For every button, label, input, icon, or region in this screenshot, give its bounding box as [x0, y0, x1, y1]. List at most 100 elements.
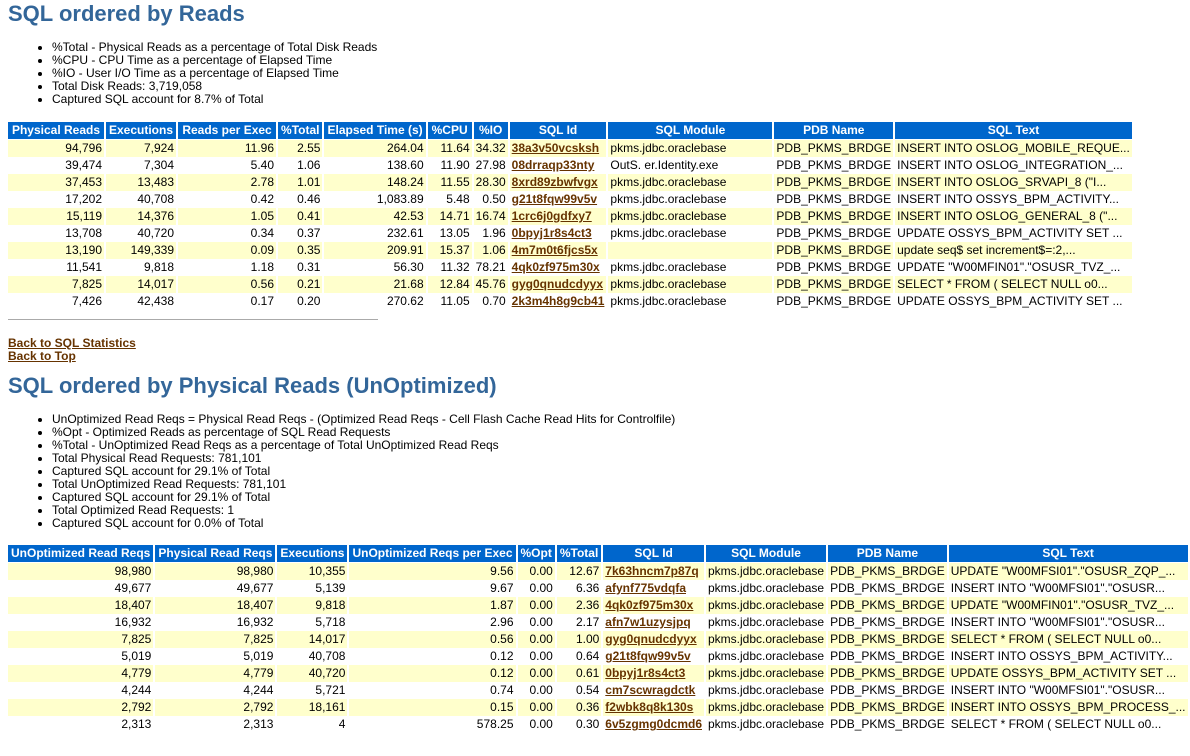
table-cell: 5,139 [277, 580, 348, 597]
table-cell: 14.71 [427, 208, 472, 225]
table-cell: 0.56 [349, 631, 516, 648]
col-elapsed-time: Elapsed Time (s) [324, 122, 426, 140]
sql-id-link[interactable]: 38a3v50vcsksh [512, 141, 599, 155]
sql-id-cell: 7k63hncm7p87q [603, 563, 704, 580]
table-cell: pkms.jdbc.oraclebase [706, 716, 827, 733]
sql-id-link[interactable]: 2k3m4h8g9cb41 [512, 294, 605, 308]
table-cell: pkms.jdbc.oraclebase [706, 648, 827, 665]
sql-id-link[interactable]: 7k63hncm7p87q [605, 564, 698, 578]
table-cell: 0.36 [556, 699, 602, 716]
table-cell: 10,355 [277, 563, 348, 580]
table-cell: PDB_PKMS_BRDGE [828, 631, 947, 648]
col-sql-module: SQL Module [608, 122, 773, 140]
sql-id-link[interactable]: 4qk0zf975m30x [605, 598, 693, 612]
table-cell: 1.87 [349, 597, 516, 614]
table-cell: pkms.jdbc.oraclebase [706, 665, 827, 682]
table-cell: 2.96 [349, 614, 516, 631]
table-cell: PDB_PKMS_BRDGE [828, 563, 947, 580]
table-row: 39,474 7,304 5.40 1.06 138.60 11.90 27.98 08drr… [8, 157, 1132, 174]
table-cell: 18,407 [8, 597, 154, 614]
sql-id-link[interactable]: f2wbk8q8k130s [605, 700, 693, 714]
sql-by-unoptimized-reads-table: UnOptimized Read Reqs Physical Read Reqs… [6, 545, 1190, 733]
table-row: 4,244 4,244 5,721 0.74 0.00 0.54 cm7scwragdctk… [8, 682, 1188, 699]
table-cell: 0.00 [517, 699, 555, 716]
sql-id-cell: 4m7m0t6fjcs5x [509, 242, 607, 259]
back-to-sql-statistics-link[interactable]: Back to SQL Statistics [8, 337, 1182, 350]
table-row: 13,708 40,720 0.34 0.37 232.61 13.05 1.96 0bpyj… [8, 225, 1132, 242]
table-cell: 0.15 [349, 699, 516, 716]
col-executions: Executions [277, 545, 348, 563]
table-cell: 40,708 [106, 191, 177, 208]
table-cell: 1.01 [278, 174, 323, 191]
table-cell: OutS. er.Identity.exe [608, 157, 773, 174]
sql-id-link[interactable]: 4m7m0t6fjcs5x [512, 243, 598, 257]
table-cell: 1,083.89 [324, 191, 426, 208]
sql-id-link[interactable]: 8xrd89zbwfvgx [512, 175, 598, 189]
table-row: 37,453 13,483 2.78 1.01 148.24 11.55 28.30 8xrd… [8, 174, 1132, 191]
table-cell: 16,932 [8, 614, 154, 631]
table-cell: 5,721 [277, 682, 348, 699]
back-to-top-link[interactable]: Back to Top [8, 350, 1182, 363]
table-cell: 1.06 [473, 242, 508, 259]
sql-id-link[interactable]: 0bpyj1r8s4ct3 [605, 666, 685, 680]
table-cell: 5.40 [178, 157, 277, 174]
table-cell: 1.06 [278, 157, 323, 174]
table-cell: PDB_PKMS_BRDGE [774, 208, 894, 225]
col-sql-text: SQL Text [948, 545, 1188, 563]
table-cell: 4,779 [155, 665, 276, 682]
col-pct-total: %Total [556, 545, 602, 563]
col-physical-reads: Physical Reads [8, 122, 104, 140]
table-cell: 9,818 [277, 597, 348, 614]
sql-id-link[interactable]: cm7scwragdctk [605, 683, 695, 697]
table-cell: 0.34 [178, 225, 277, 242]
table-cell: 56.30 [324, 259, 426, 276]
table-cell: 0.00 [517, 682, 555, 699]
table-cell: 0.31 [278, 259, 323, 276]
table-cell: 11,541 [8, 259, 104, 276]
sql-id-link[interactable]: gyg0qnudcdyyx [512, 277, 603, 291]
table-cell: 18,407 [155, 597, 276, 614]
table-cell: PDB_PKMS_BRDGE [828, 699, 947, 716]
table-cell: 0.30 [556, 716, 602, 733]
table-cell: 11.64 [427, 140, 472, 157]
table-cell: 40,720 [277, 665, 348, 682]
sql-id-link[interactable]: g21t8fqw99v5v [512, 192, 597, 206]
col-pdb-name: PDB Name [828, 545, 947, 563]
table-cell: 14,376 [106, 208, 177, 225]
table-cell: 13,708 [8, 225, 104, 242]
table-row: 17,202 40,708 0.42 0.46 1,083.89 5.48 0.50 g21t… [8, 191, 1132, 208]
table-row: 49,677 49,677 5,139 9.67 0.00 6.36 afynf775vdq… [8, 580, 1188, 597]
table-cell: 6.36 [556, 580, 602, 597]
table-cell: 49,677 [8, 580, 154, 597]
table-header: Physical Reads Executions Reads per Exec… [8, 122, 1132, 140]
sql-id-link[interactable]: 1crc6j0gdfxy7 [512, 209, 592, 223]
table-cell: 0.09 [178, 242, 277, 259]
table-cell: pkms.jdbc.oraclebase [706, 597, 827, 614]
sql-id-link[interactable]: 0bpyj1r8s4ct3 [512, 226, 592, 240]
table-cell: 11.90 [427, 157, 472, 174]
table-cell: 0.00 [517, 597, 555, 614]
sql-id-link[interactable]: 08drraqp33nty [512, 158, 595, 172]
note-item: Captured SQL account for 8.7% of Total [52, 93, 1182, 106]
table-cell: 12.67 [556, 563, 602, 580]
table-cell: pkms.jdbc.oraclebase [608, 208, 773, 225]
table-row: 18,407 18,407 9,818 1.87 0.00 2.36 4qk0zf975m3… [8, 597, 1188, 614]
table-cell: 14,017 [106, 276, 177, 293]
sql-id-link[interactable]: g21t8fqw99v5v [605, 649, 690, 663]
sql-id-link[interactable]: afn7w1uzysjpq [605, 615, 690, 629]
table-cell: 2,792 [155, 699, 276, 716]
table-cell: 1.05 [178, 208, 277, 225]
col-pct-total: %Total [278, 122, 323, 140]
table-cell: 9.56 [349, 563, 516, 580]
table-cell: 42,438 [106, 293, 177, 310]
sql-id-cell: cm7scwragdctk [603, 682, 704, 699]
sql-id-link[interactable]: afynf775vdqfa [605, 581, 686, 595]
sql-id-link[interactable]: 6v5zgmg0dcmd6 [605, 717, 702, 731]
table-row: 4,779 4,779 40,720 0.12 0.00 0.61 0bpyj1r8s4ct… [8, 665, 1188, 682]
table-cell: 45.76 [473, 276, 508, 293]
sql-id-link[interactable]: 4qk0zf975m30x [512, 260, 600, 274]
sql-id-link[interactable]: gyg0qnudcdyyx [605, 632, 696, 646]
table-cell: 0.00 [517, 631, 555, 648]
table-cell: pkms.jdbc.oraclebase [608, 276, 773, 293]
table-cell: 98,980 [155, 563, 276, 580]
